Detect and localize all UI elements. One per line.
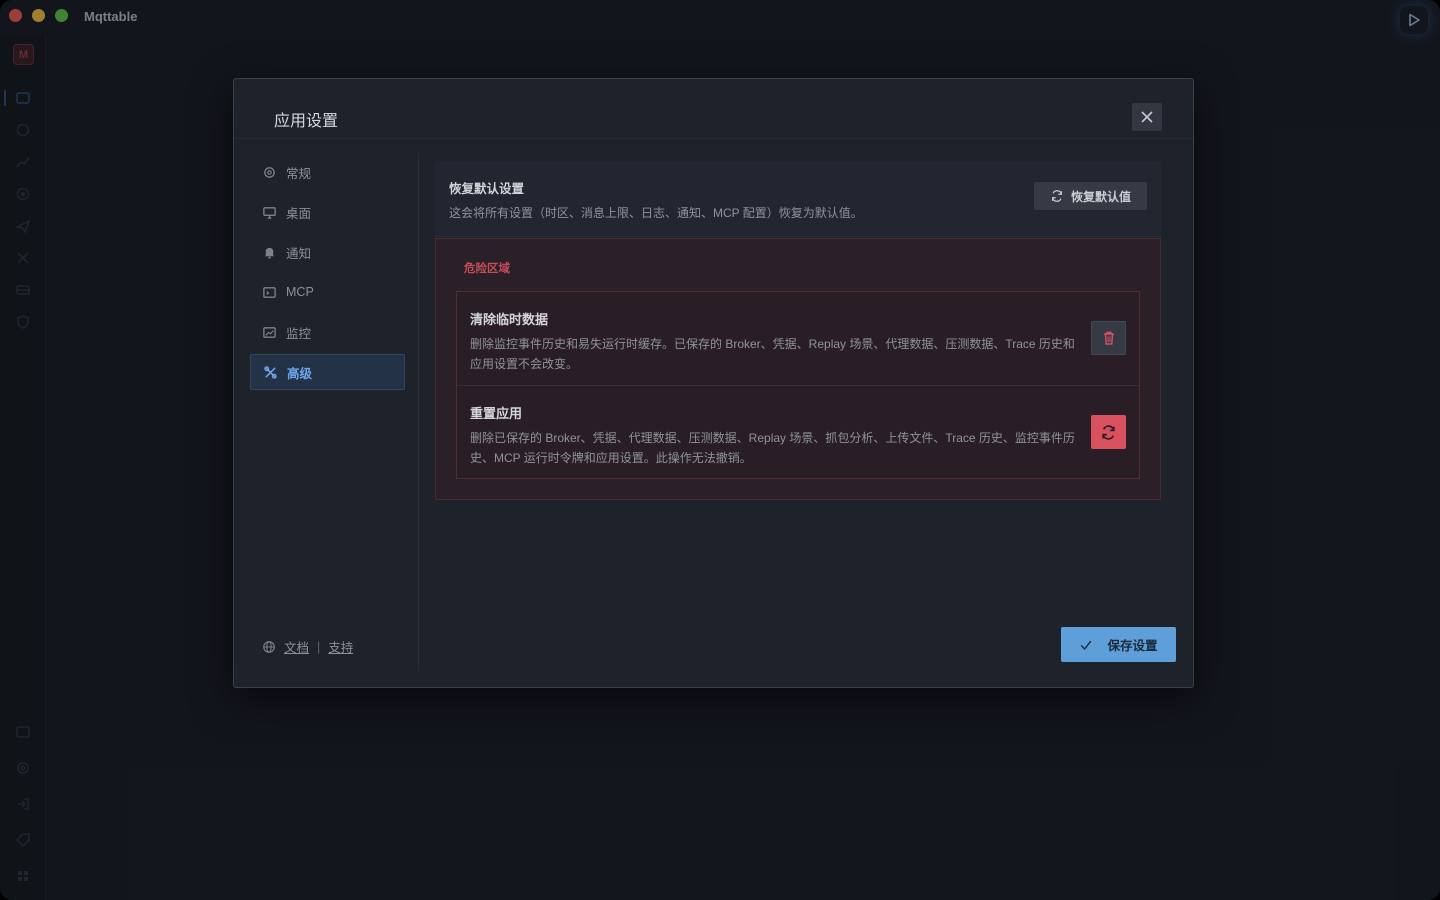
restore-defaults-card: 恢复默认设置 这会将所有设置（时区、消息上限、日志、通知、MCP 配置）恢复为默… <box>435 161 1161 237</box>
nav-label: 监控 <box>286 326 312 341</box>
globe-icon <box>263 640 275 653</box>
bell-icon <box>264 247 275 259</box>
close-icon <box>1141 111 1153 123</box>
settings-dialog: 应用设置 常规 桌面 通知 MCP 监控 高级 文档 | 支持 恢复默认设置 这… <box>233 78 1194 688</box>
restore-defaults-label: 恢复默认值 <box>1070 189 1131 204</box>
restore-description: 这会将所有设置（时区、消息上限、日志、通知、MCP 配置）恢复为默认值。 <box>449 206 863 220</box>
settings-nav: 常规 桌面 通知 MCP 监控 高级 <box>250 154 405 394</box>
nav-item-general[interactable]: 常规 <box>250 154 405 190</box>
clear-temp-data-row: 清除临时数据 删除监控事件历史和易失运行时缓存。已保存的 Broker、凭据、R… <box>457 292 1139 385</box>
dialog-header: 应用设置 <box>234 79 1193 139</box>
nav-item-desktop[interactable]: 桌面 <box>250 194 405 230</box>
nav-label: 桌面 <box>286 206 312 221</box>
refresh-icon <box>1102 424 1115 440</box>
nav-footer: 文档 | 支持 <box>262 637 353 656</box>
tools-icon <box>264 365 277 379</box>
reset-app-button[interactable] <box>1091 415 1126 449</box>
reset-app-title: 重置应用 <box>470 406 523 421</box>
save-settings-button[interactable]: 保存设置 <box>1061 627 1176 662</box>
support-link[interactable]: 支持 <box>328 637 353 656</box>
nav-item-mcp[interactable]: MCP <box>250 274 405 310</box>
footer-separator: | <box>317 639 321 654</box>
nav-item-monitoring[interactable]: 监控 <box>250 314 405 350</box>
nav-label: MCP <box>286 285 314 299</box>
nav-label: 高级 <box>287 366 313 381</box>
reset-app-row: 重置应用 删除已保存的 Broker、凭据、代理数据、压测数据、Replay 场… <box>457 385 1139 478</box>
close-button[interactable] <box>1132 103 1162 131</box>
nav-label: 通知 <box>286 246 312 261</box>
terminal-icon <box>263 286 276 298</box>
app-window: Mqttable M 应用设置 常规 桌面 通知 MCP 监控 高级 文档 | … <box>0 0 1440 900</box>
monitor-icon <box>263 206 276 219</box>
clear-temp-data-description: 删除监控事件历史和易失运行时缓存。已保存的 Broker、凭据、Replay 场… <box>470 337 1075 371</box>
restore-defaults-button[interactable]: 恢复默认值 <box>1034 182 1147 210</box>
danger-actions: 清除临时数据 删除监控事件历史和易失运行时缓存。已保存的 Broker、凭据、R… <box>456 291 1140 479</box>
check-icon <box>1081 640 1092 650</box>
nav-item-advanced[interactable]: 高级 <box>250 354 405 390</box>
clear-temp-data-title: 清除临时数据 <box>470 312 549 327</box>
restore-title: 恢复默认设置 <box>449 182 525 196</box>
save-settings-label: 保存设置 <box>1107 639 1158 653</box>
reset-app-description: 删除已保存的 Broker、凭据、代理数据、压测数据、Replay 场景、抓包分… <box>470 431 1075 465</box>
refresh-icon <box>1051 190 1062 202</box>
nav-divider <box>418 153 419 671</box>
danger-zone-label: 危险区域 <box>464 263 510 275</box>
trash-icon <box>1103 331 1114 345</box>
nav-item-notifications[interactable]: 通知 <box>250 234 405 270</box>
gear-icon <box>264 166 275 178</box>
clear-temp-data-button[interactable] <box>1091 321 1126 355</box>
docs-link[interactable]: 文档 <box>284 637 309 656</box>
nav-label: 常规 <box>286 166 312 181</box>
dialog-title: 应用设置 <box>274 113 339 130</box>
chart-icon <box>263 326 276 338</box>
danger-zone: 危险区域 清除临时数据 删除监控事件历史和易失运行时缓存。已保存的 Broker… <box>435 238 1161 500</box>
